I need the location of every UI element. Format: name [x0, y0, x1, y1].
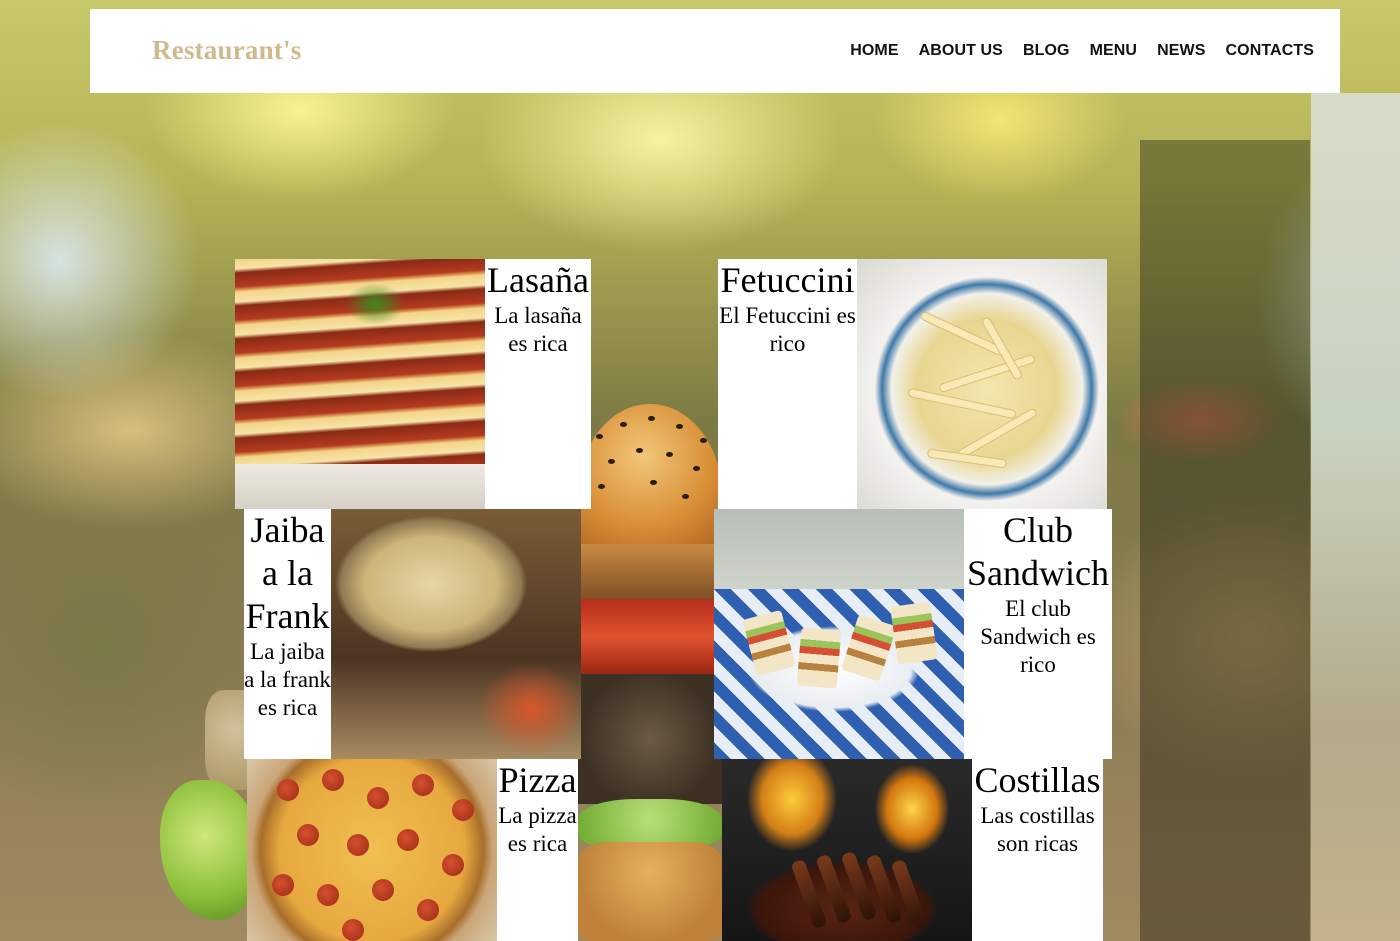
dish-name: Lasaña — [487, 260, 589, 300]
costillas-image — [722, 759, 972, 941]
nav-news-link[interactable]: NEWS — [1157, 42, 1205, 60]
dish-description: La jaiba a la frank es rica — [244, 639, 331, 720]
dish-name: Club Sandwich — [967, 510, 1109, 593]
jaiba-image — [331, 509, 581, 759]
nav-menu-link[interactable]: MENU — [1090, 42, 1138, 60]
costillas-text: Costillas Las costillas son ricas — [972, 759, 1103, 941]
dish-description: La pizza es rica — [498, 803, 577, 856]
lasana-text: Lasaña La lasaña es rica — [485, 259, 591, 509]
fetuccini-image — [857, 259, 1107, 509]
main-nav: HOME ABOUT US BLOG MENU NEWS CONTACTS — [850, 42, 1314, 60]
fetuccini-text: Fetuccini El Fetuccini es rico — [718, 259, 857, 509]
site-header: Restaurant's HOME ABOUT US BLOG MENU NEW… — [90, 9, 1340, 93]
background-shadow — [1140, 140, 1310, 941]
dish-name: Pizza — [498, 760, 577, 800]
burger-patty — [578, 674, 722, 804]
dish-description: Las costillas son ricas — [980, 803, 1095, 856]
dish-name: Costillas — [974, 760, 1101, 800]
dish-description: El club Sandwich es rico — [980, 596, 1096, 677]
pizza-text: Pizza La pizza es rica — [497, 759, 578, 941]
club-sandwich-text: Club Sandwich El club Sandwich es rico — [964, 509, 1112, 759]
dish-description: El Fetuccini es rico — [719, 303, 856, 356]
dish-name: Jaiba a la Frank — [245, 510, 330, 636]
burger-tomato — [578, 599, 722, 674]
nav-contacts-link[interactable]: CONTACTS — [1226, 42, 1315, 60]
burger-bun-bottom — [578, 842, 722, 941]
brand-logo[interactable]: Restaurant's — [152, 35, 301, 66]
dish-name: Fetuccini — [720, 260, 855, 300]
lasana-image — [235, 259, 485, 509]
background-right-strip — [1311, 93, 1400, 941]
burger-bun-top — [578, 404, 722, 554]
club-sandwich-image — [714, 509, 964, 759]
nav-blog-link[interactable]: BLOG — [1023, 42, 1070, 60]
dish-description: La lasaña es rica — [494, 303, 582, 356]
nav-home-link[interactable]: HOME — [850, 42, 898, 60]
pizza-image — [247, 759, 497, 941]
burger-image — [578, 404, 722, 941]
nav-about-us-link[interactable]: ABOUT US — [919, 42, 1003, 60]
jaiba-text: Jaiba a la Frank La jaiba a la frank es … — [244, 509, 331, 759]
